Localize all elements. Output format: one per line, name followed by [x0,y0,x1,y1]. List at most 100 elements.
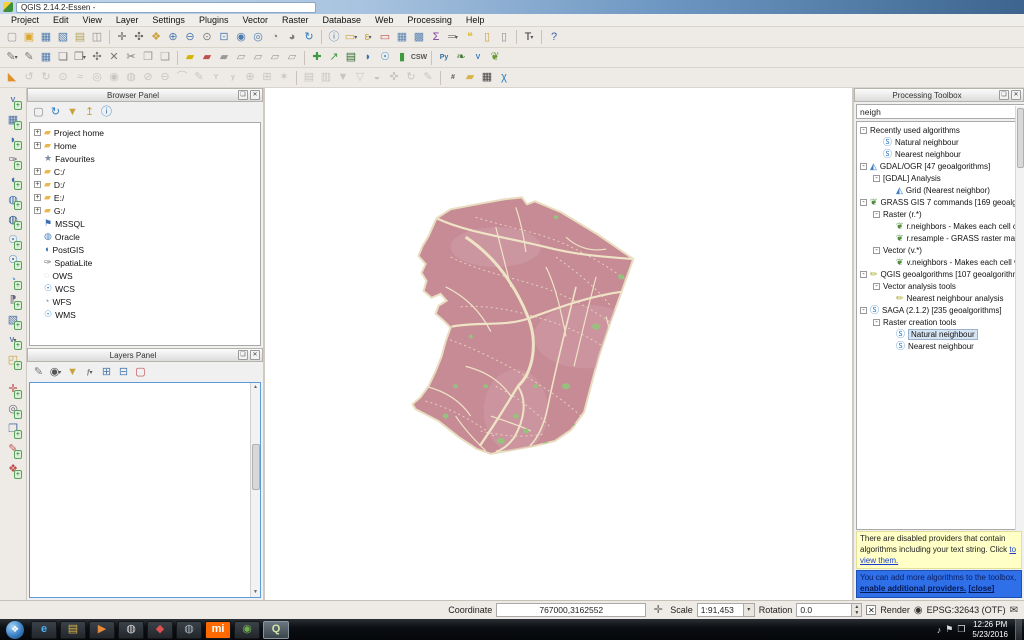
offset-curve-icon[interactable]: ⌒▾ [174,70,190,86]
merge-features-icon[interactable]: ⊕▾ [242,70,258,86]
expander-icon[interactable]: + [34,194,41,201]
rotation-spinner[interactable]: 0.0▲▼ [796,603,862,617]
grass-tools-icon[interactable]: ❧▾ [453,50,469,66]
expander-icon[interactable]: + [34,142,41,149]
spin-down-icon[interactable]: ▼ [852,610,861,616]
expander-icon[interactable]: - [860,271,867,278]
zoom-next-icon[interactable]: ◕▾ [284,29,300,45]
expander-icon[interactable]: - [873,175,880,182]
add-delimited-text-icon[interactable]: ▤▾ [343,50,359,66]
change-label-2-icon[interactable]: ✎▾ [420,70,436,86]
add-vector-layer-icon[interactable]: ✚▾ [309,50,325,66]
browser-item-d-drive[interactable]: + ▰ D:/ [34,178,260,191]
group-raster-creation-tools[interactable]: - Raster creation tools [857,316,1021,328]
add-oracle-georaster-icon[interactable]: ◍▾ [4,212,22,229]
current-edits-icon[interactable]: ✎▾ [4,50,20,66]
paste-features-icon[interactable]: ❑▾ [157,50,173,66]
raster-calculator-icon[interactable]: ▦▾ [479,70,495,86]
browser-item-ows[interactable]: ◌ OWS [34,269,260,282]
fill-ring-icon[interactable]: ◍▾ [123,70,139,86]
pan-map-icon[interactable]: ✣▾ [131,29,147,45]
move-label-2-icon[interactable]: ✜▾ [386,70,402,86]
text-annotation-icon[interactable]: T▾ [521,29,537,45]
layer-diagram-icon[interactable]: ▥▾ [318,70,334,86]
scroll-thumb[interactable] [252,444,260,490]
change-label-icon[interactable]: ▱▾ [284,50,300,66]
float-panel-button[interactable]: ❏ [238,350,248,360]
browser-item-e-drive[interactable]: + ▰ E:/ [34,191,260,204]
map-canvas[interactable] [265,88,852,600]
add-raster-layer-icon[interactable]: ↗▾ [326,50,342,66]
menu-plugins[interactable]: Plugins [192,15,236,25]
expand-all-icon[interactable]: ⊞▾ [99,365,114,380]
copy-features-icon[interactable]: ❐▾ [140,50,156,66]
close-panel-button[interactable]: ✕ [1011,90,1021,100]
expander-icon[interactable]: - [860,307,867,314]
form-annotation-icon[interactable]: ✎▾ [4,441,22,458]
label-icon[interactable]: ▰▾ [182,50,198,66]
toggle-editing-icon[interactable]: ✎▾ [21,50,37,66]
statistical-summary-icon[interactable]: Σ▾ [428,29,444,45]
layer-labeling-icon[interactable]: ▤▾ [301,70,317,86]
google-earth-icon[interactable]: ◍ [176,621,202,639]
add-postgis-layer-icon[interactable]: ◗▾ [360,50,376,66]
pan-to-selection-icon[interactable]: ❖▾ [148,29,164,45]
measure-icon[interactable]: ═▾ [445,29,461,45]
add-part-icon[interactable]: ◉▾ [106,70,122,86]
refresh-browser-icon[interactable]: ↻▾ [48,105,63,120]
alg-r-resample[interactable]: ❦ r.resample - GRASS raster map layer da… [857,232,1021,244]
crs-status-button[interactable]: EPSG:32643 (OTF) [927,605,1006,615]
mi-app-icon[interactable]: mi [205,621,231,639]
alg-nearest-neighbour-analysis[interactable]: ✏ Nearest neighbour analysis [857,292,1021,304]
add-delimited-text-layer-icon[interactable]: ⁋▾ [4,292,22,309]
menu-database[interactable]: Database [316,15,369,25]
add-mssql-layer-icon[interactable]: ◖▾ [4,172,22,189]
close-panel-button[interactable]: ✕ [250,90,260,100]
alg-r-neighbors[interactable]: ❦ r.neighbors - Makes each cell category… [857,220,1021,232]
decoration-icon[interactable]: ❖▾ [4,461,22,478]
menu-project[interactable]: Project [4,15,46,25]
group-saga[interactable]: - Ⓢ SAGA (2.1.2) [235 geoalgorithms] [857,304,1021,316]
scale-combobox[interactable]: 1:91,453▾ [697,603,755,617]
new-geopackage-layer-icon[interactable]: ◰▾ [4,352,22,369]
messages-icon[interactable]: ✉ [1010,605,1018,616]
show-hide-labels-icon[interactable]: ▱▾ [233,50,249,66]
reshape-features-icon[interactable]: ✎▾ [191,70,207,86]
add-wms-layer-icon[interactable]: ☉▾ [4,232,22,249]
open-attribute-table-icon[interactable]: ▦▾ [394,29,410,45]
identify-features-icon[interactable]: ⓘ▾ [326,29,342,45]
menu-processing[interactable]: Processing [400,15,459,25]
menu-settings[interactable]: Settings [145,15,192,25]
scroll-down-icon[interactable]: ▼ [253,588,258,597]
enable-advanced-digitizing-icon[interactable]: ◣▾ [4,70,20,86]
browser-item-wfs[interactable]: ◔ WFS [34,295,260,308]
ie-icon[interactable]: e [31,621,57,639]
filter-browser-icon[interactable]: ▼▾ [65,105,80,120]
expander-icon[interactable]: - [873,247,880,254]
split-parts-icon[interactable]: Y▾ [208,70,224,86]
zoom-to-layer-icon[interactable]: ◎▾ [250,29,266,45]
new-shapefile-layer-icon[interactable]: V▾ [4,332,22,349]
filter-legend-icon[interactable]: ▼▾ [65,365,80,380]
add-db-layer-icon[interactable]: ▮▾ [394,50,410,66]
show-desktop-button[interactable] [1015,619,1022,640]
saga-leaf-icon[interactable]: ❦▾ [487,50,503,66]
expander-icon[interactable]: + [34,129,41,136]
split-features-icon[interactable]: y▾ [225,70,241,86]
group-qgis-geoalgorithms[interactable]: - ✏ QGIS geoalgorithms [107 geoalgorithm… [857,268,1021,280]
media-player-icon[interactable]: ▶ [89,621,115,639]
collapse-all-icon[interactable]: ⊟▾ [116,365,131,380]
topology-checker-icon[interactable]: V▾ [470,50,486,66]
move-label-icon[interactable]: ▱▾ [250,50,266,66]
zoom-last-icon[interactable]: ◔▾ [267,29,283,45]
zoom-native-icon[interactable]: ⊙▾ [199,29,215,45]
add-raster-layer-icon[interactable]: ▦▾ [4,112,22,129]
simplify-feature-icon[interactable]: ≈▾ [72,70,88,86]
pin-labels-icon[interactable]: ▰▾ [216,50,232,66]
alg-v-neighbors[interactable]: ❦ v.neighbors - Makes each cell value a … [857,256,1021,268]
window-icon[interactable]: ❒ [957,624,965,635]
menu-help[interactable]: Help [459,15,492,25]
undo-icon[interactable]: ↺▾ [21,70,37,86]
start-button[interactable]: ❖ [6,621,24,639]
browser-item-postgis[interactable]: ◖ PostGIS [34,243,260,256]
